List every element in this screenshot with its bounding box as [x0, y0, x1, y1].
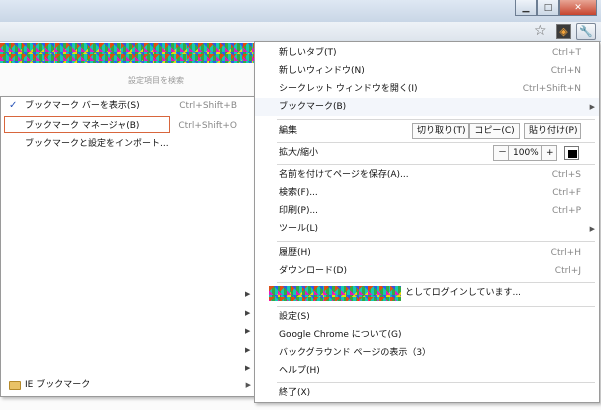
- menu-item-label: としてログインしています...: [405, 288, 522, 298]
- menu-separator: [277, 241, 595, 242]
- check-icon: ✓: [9, 100, 18, 111]
- print-item[interactable]: 印刷(P)... Ctrl+P: [255, 202, 599, 220]
- find-item[interactable]: 検索(F)... Ctrl+F: [255, 184, 599, 202]
- shortcut-label: Ctrl+Shift+O: [178, 121, 237, 131]
- submenu-arrow-icon: ▶: [245, 309, 251, 317]
- ie-bookmarks-folder[interactable]: IE ブックマーク ▶: [1, 376, 255, 394]
- menu-item-label: ブックマークと設定をインポート...: [25, 139, 169, 149]
- chrome-main-menu: 新しいタブ(T) Ctrl+T 新しいウィンドウ(N) Ctrl+N シークレッ…: [254, 41, 600, 403]
- shortcut-label: Ctrl+Shift+N: [522, 84, 581, 94]
- menu-item-label: ブックマーク(B): [279, 102, 347, 112]
- tools-item[interactable]: ツール(L) ▶: [255, 220, 599, 238]
- menu-separator: [277, 164, 595, 165]
- menu-item-label: シークレット ウィンドウを開く(I): [279, 84, 418, 94]
- menu-item-label: ツール(L): [279, 224, 319, 234]
- shortcut-label: Ctrl+N: [550, 66, 581, 76]
- edit-row: 編集 切り取り(T) コピー(C) 貼り付け(P): [255, 122, 599, 140]
- paste-button[interactable]: 貼り付け(P): [524, 123, 581, 139]
- submenu-arrow-icon: ▶: [589, 225, 595, 233]
- menu-item-label: バックグラウンド ページの表示（3）: [279, 348, 432, 358]
- submenu-arrow-icon: ▶: [245, 290, 251, 298]
- menu-item-label: 終了(X): [279, 388, 311, 398]
- menu-item-label: 名前を付けてページを保存(A)...: [279, 170, 409, 180]
- menu-item-label: 編集: [279, 126, 298, 136]
- minimize-button[interactable]: ▁: [515, 0, 537, 16]
- menu-item-label: 拡大/縮小: [279, 148, 319, 158]
- menu-item-label: IE ブックマーク: [25, 380, 91, 390]
- cut-button[interactable]: 切り取り(T): [412, 123, 469, 139]
- new-tab-item[interactable]: 新しいタブ(T) Ctrl+T: [255, 44, 599, 62]
- bookmarks-item[interactable]: ブックマーク(B) ▶: [255, 98, 599, 116]
- window-title-bar: ▁ □ ✕: [0, 0, 601, 22]
- maximize-button[interactable]: □: [537, 0, 559, 16]
- menu-item-label: 新しいタブ(T): [279, 48, 337, 58]
- signed-in-item[interactable]: としてログインしています...: [255, 284, 599, 304]
- shortcut-label: Ctrl+S: [551, 170, 581, 180]
- menu-separator: [277, 306, 595, 307]
- import-bookmarks-item[interactable]: ブックマークと設定をインポート...: [1, 135, 255, 153]
- bookmarks-submenu: ✓ ブックマーク バーを表示(S) Ctrl+Shift+B ブックマーク マネ…: [0, 96, 256, 397]
- menu-item-label: 検索(F)...: [279, 188, 318, 198]
- close-button[interactable]: ✕: [559, 0, 597, 16]
- help-item[interactable]: ヘルプ(H): [255, 362, 599, 380]
- zoom-level: 100%: [509, 145, 541, 161]
- history-item[interactable]: 履歴(H) Ctrl+H: [255, 244, 599, 262]
- menu-item-label: ブックマーク バーを表示(S): [25, 101, 140, 111]
- shortcut-label: Ctrl+T: [551, 48, 581, 58]
- window-controls: ▁ □ ✕: [515, 0, 597, 16]
- shortcut-label: Ctrl+J: [554, 266, 581, 276]
- save-page-item[interactable]: 名前を付けてページを保存(A)... Ctrl+S: [255, 166, 599, 184]
- zoom-in-button[interactable]: +: [541, 145, 557, 161]
- about-chrome-item[interactable]: Google Chrome について(G): [255, 326, 599, 344]
- selection-highlight: [4, 116, 170, 133]
- menu-item-label: 設定(S): [279, 312, 310, 322]
- submenu-arrow-icon: ▶: [245, 381, 251, 389]
- menu-item-label: ヘルプ(H): [279, 366, 320, 376]
- menu-item-label: Google Chrome について(G): [279, 330, 402, 340]
- submenu-arrow-icon: ▶: [589, 103, 595, 111]
- menu-separator: [277, 382, 595, 383]
- menu-item-label: 新しいウィンドウ(N): [279, 66, 365, 76]
- menu-item-label: 印刷(P)...: [279, 206, 319, 216]
- submenu-arrow-icon: ▶: [245, 364, 251, 372]
- new-window-item[interactable]: 新しいウィンドウ(N) Ctrl+N: [255, 62, 599, 80]
- extension-icon[interactable]: ◈: [556, 24, 571, 39]
- shortcut-label: Ctrl+H: [550, 248, 581, 258]
- settings-search-placeholder: 設定項目を検索: [128, 76, 184, 85]
- submenu-arrow-icon: ▶: [245, 346, 251, 354]
- folder-icon: [9, 381, 21, 390]
- submenu-arrow-icon: ▶: [245, 327, 251, 335]
- browser-toolbar: ☆ ◈ 🔧: [0, 22, 601, 42]
- zoom-row: 拡大/縮小 － 100% +: [255, 144, 599, 162]
- settings-item[interactable]: 設定(S): [255, 308, 599, 326]
- redacted-image: [0, 43, 255, 63]
- menu-separator: [277, 282, 595, 283]
- downloads-item[interactable]: ダウンロード(D) Ctrl+J: [255, 262, 599, 280]
- show-bookmark-bar-item[interactable]: ✓ ブックマーク バーを表示(S) Ctrl+Shift+B: [1, 97, 255, 115]
- background-pages-item[interactable]: バックグラウンド ページの表示（3）: [255, 344, 599, 362]
- wrench-icon[interactable]: 🔧: [576, 23, 596, 40]
- star-icon[interactable]: ☆: [534, 23, 547, 39]
- menu-item-label: ダウンロード(D): [279, 266, 347, 276]
- menu-separator: [277, 142, 595, 143]
- copy-button[interactable]: コピー(C): [469, 123, 520, 139]
- exit-item[interactable]: 終了(X): [255, 384, 599, 402]
- incognito-window-item[interactable]: シークレット ウィンドウを開く(I) Ctrl+Shift+N: [255, 80, 599, 98]
- shortcut-label: Ctrl+F: [552, 188, 581, 198]
- redacted-account-image: [269, 286, 401, 301]
- shortcut-label: Ctrl+Shift+B: [179, 101, 237, 111]
- zoom-out-button[interactable]: －: [493, 145, 509, 161]
- menu-item-label: 履歴(H): [279, 248, 311, 258]
- shortcut-label: Ctrl+P: [552, 206, 581, 216]
- menu-separator: [277, 119, 595, 120]
- fullscreen-icon[interactable]: [564, 146, 579, 160]
